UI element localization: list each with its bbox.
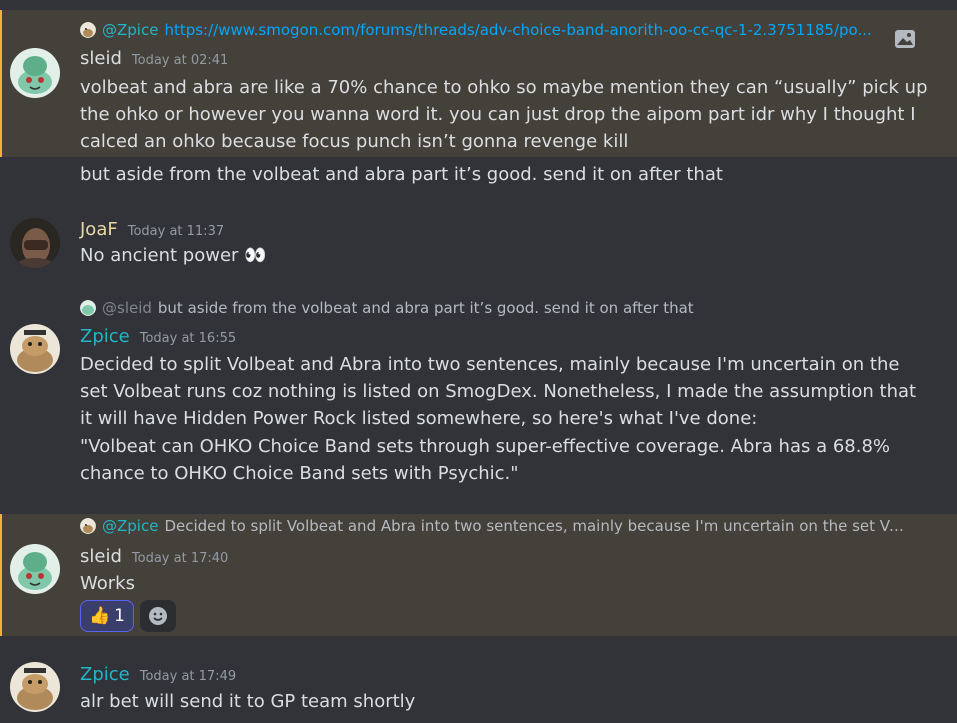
avatar[interactable]	[10, 662, 60, 712]
image-icon[interactable]	[894, 29, 916, 49]
message-joaf-1137: JoaF Today at 11:37 No ancient power 👀	[0, 210, 957, 280]
zpice-avatar-image	[10, 662, 60, 712]
joaf-avatar-image	[10, 218, 60, 268]
smiley-icon	[149, 607, 167, 625]
message-header: sleid Today at 17:40	[80, 546, 228, 567]
message-header: sleid Today at 02:41	[80, 48, 228, 69]
message-text: No ancient power 👀	[80, 245, 267, 266]
username[interactable]: JoaF	[80, 219, 118, 240]
message-quote-text: "Volbeat can OHKO Choice Band sets throu…	[80, 436, 891, 484]
avatar[interactable]	[10, 48, 60, 98]
message-header: Zpice Today at 16:55	[80, 326, 236, 347]
message-text: Decided to split Volbeat and Abra into t…	[80, 354, 917, 429]
reply-mention[interactable]: @Zpice	[102, 21, 158, 39]
reply-link[interactable]: https://www.smogon.com/forums/threads/ad…	[164, 21, 871, 39]
zpice-mini-avatar	[80, 518, 96, 534]
username[interactable]: sleid	[80, 546, 122, 567]
reply-text[interactable]: but aside from the volbeat and abra part…	[158, 299, 694, 317]
add-reaction-button[interactable]	[140, 600, 176, 632]
message-followup: but aside from the volbeat and abra part…	[0, 157, 957, 193]
reaction-thumbs-up[interactable]: 👍 1	[80, 600, 134, 632]
avatar[interactable]	[10, 218, 60, 268]
message-text: but aside from the volbeat and abra part…	[80, 164, 723, 185]
bulbasaur-avatar-image	[10, 544, 60, 594]
username[interactable]: sleid	[80, 48, 122, 69]
reply-text[interactable]: Decided to split Volbeat and Abra into t…	[164, 517, 912, 535]
sleid-mini-avatar	[80, 300, 96, 316]
timestamp[interactable]: Today at 11:37	[128, 224, 224, 239]
message-zpice-1749: Zpice Today at 17:49 alr bet will send i…	[0, 652, 957, 723]
avatar[interactable]	[10, 544, 60, 594]
reply-mention[interactable]: @Zpice	[102, 517, 158, 535]
message-sleid-1740: @Zpice Decided to split Volbeat and Abra…	[0, 514, 957, 636]
message-zpice-1655: @sleid but aside from the volbeat and ab…	[0, 296, 957, 496]
message-header: JoaF Today at 11:37	[80, 219, 224, 240]
reply-preview[interactable]: @Zpice https://www.smogon.com/forums/thr…	[80, 19, 912, 41]
zpice-mini-avatar	[80, 22, 96, 38]
timestamp[interactable]: Today at 17:49	[140, 669, 236, 684]
reactions-bar: 👍 1	[80, 600, 176, 632]
reply-mention[interactable]: @sleid	[102, 299, 152, 317]
reply-preview[interactable]: @Zpice Decided to split Volbeat and Abra…	[80, 515, 912, 537]
reply-preview[interactable]: @sleid but aside from the volbeat and ab…	[80, 297, 912, 319]
username[interactable]: Zpice	[80, 326, 130, 347]
message-text: volbeat and abra are like a 70% chance t…	[80, 77, 928, 152]
reaction-count: 1	[114, 606, 125, 626]
bulbasaur-avatar-image	[10, 48, 60, 98]
message-sleid-0241: @Zpice https://www.smogon.com/forums/thr…	[0, 10, 957, 157]
message-header: Zpice Today at 17:49	[80, 664, 236, 685]
avatar[interactable]	[10, 324, 60, 374]
timestamp[interactable]: Today at 16:55	[140, 331, 236, 346]
timestamp[interactable]: Today at 17:40	[132, 551, 228, 566]
username[interactable]: Zpice	[80, 664, 130, 685]
zpice-avatar-image	[10, 324, 60, 374]
thumbs-up-emoji: 👍	[89, 606, 111, 626]
timestamp[interactable]: Today at 02:41	[132, 53, 228, 68]
message-text: Works	[80, 573, 135, 594]
message-text: alr bet will send it to GP team shortly	[80, 691, 416, 712]
